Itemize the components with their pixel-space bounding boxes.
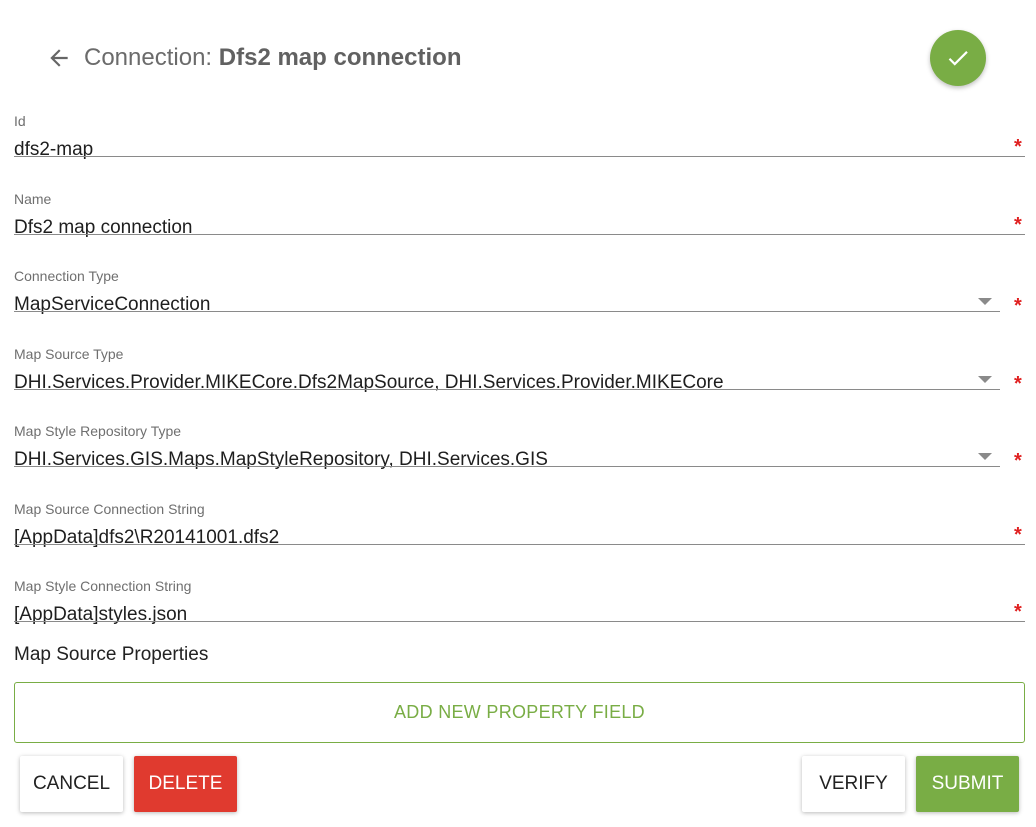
name-underline <box>14 234 1025 235</box>
page-header: Connection: Dfs2 map connection <box>44 36 461 80</box>
map-style-repository-type-select[interactable]: Map Style Repository Type DHI.Services.G… <box>14 423 1000 471</box>
map-source-type-select[interactable]: Map Source Type DHI.Services.Provider.MI… <box>14 346 1000 394</box>
id-field[interactable]: Id dfs2-map <box>14 113 1025 161</box>
map-style-repository-type-underline <box>14 466 1000 467</box>
cancel-button[interactable]: CANCEL <box>20 756 123 812</box>
id-required-mark: * <box>1014 136 1022 158</box>
map-source-connection-string-input[interactable]: [AppData]dfs2\R20141001.dfs2 <box>14 527 1025 549</box>
map-source-properties-heading: Map Source Properties <box>14 644 209 665</box>
name-required-mark: * <box>1014 214 1022 236</box>
page-title-name: Dfs2 map connection <box>218 44 462 71</box>
chevron-down-icon[interactable] <box>978 453 992 460</box>
arrow-left-icon <box>50 49 68 67</box>
page-title-prefix: Connection: <box>84 44 219 71</box>
map-source-connection-string-label: Map Source Connection String <box>14 501 205 517</box>
map-style-repository-type-label: Map Style Repository Type <box>14 423 182 439</box>
id-underline <box>14 156 1025 157</box>
chevron-down-icon[interactable] <box>978 298 992 305</box>
map-source-type-value[interactable]: DHI.Services.Provider.MIKECore.Dfs2MapSo… <box>14 372 1000 394</box>
map-style-connection-string-input[interactable]: [AppData]styles.json <box>14 604 1025 626</box>
map-style-repository-type-value[interactable]: DHI.Services.GIS.Maps.MapStyleRepository… <box>14 449 1000 471</box>
name-input[interactable]: Dfs2 map connection <box>14 217 1025 239</box>
id-input[interactable]: dfs2-map <box>14 139 1025 161</box>
map-style-connection-string-label: Map Style Connection String <box>14 578 192 594</box>
map-source-connection-string-field[interactable]: Map Source Connection String [AppData]df… <box>14 501 1025 549</box>
name-field[interactable]: Name Dfs2 map connection <box>14 191 1025 239</box>
map-style-repository-type-required-mark: * <box>1014 450 1022 472</box>
name-label: Name <box>14 191 52 207</box>
map-source-connection-string-underline <box>14 544 1025 545</box>
connection-type-value[interactable]: MapServiceConnection <box>14 294 1000 316</box>
confirm-button[interactable] <box>930 30 986 86</box>
submit-button[interactable]: SUBMIT <box>916 756 1019 812</box>
id-label: Id <box>14 113 26 129</box>
connection-type-label: Connection Type <box>14 268 119 284</box>
map-source-type-required-mark: * <box>1014 373 1022 395</box>
map-style-connection-string-underline <box>14 621 1025 622</box>
check-icon <box>948 51 968 66</box>
add-property-field-button[interactable]: ADD NEW PROPERTY FIELD <box>14 682 1025 743</box>
map-style-connection-string-required-mark: * <box>1014 601 1022 623</box>
connection-type-underline <box>14 311 1000 312</box>
connection-type-select[interactable]: Connection Type MapServiceConnection <box>14 268 1000 316</box>
verify-button[interactable]: VERIFY <box>802 756 905 812</box>
delete-button[interactable]: DELETE <box>134 756 237 812</box>
map-source-connection-string-required-mark: * <box>1014 524 1022 546</box>
map-style-connection-string-field[interactable]: Map Style Connection String [AppData]sty… <box>14 578 1025 626</box>
page-title: Connection: Dfs2 map connection <box>84 44 461 72</box>
connection-type-required-mark: * <box>1014 295 1022 317</box>
chevron-down-icon[interactable] <box>978 376 992 383</box>
back-button[interactable] <box>44 43 74 73</box>
map-source-type-label: Map Source Type <box>14 346 124 362</box>
map-source-type-underline <box>14 389 1000 390</box>
